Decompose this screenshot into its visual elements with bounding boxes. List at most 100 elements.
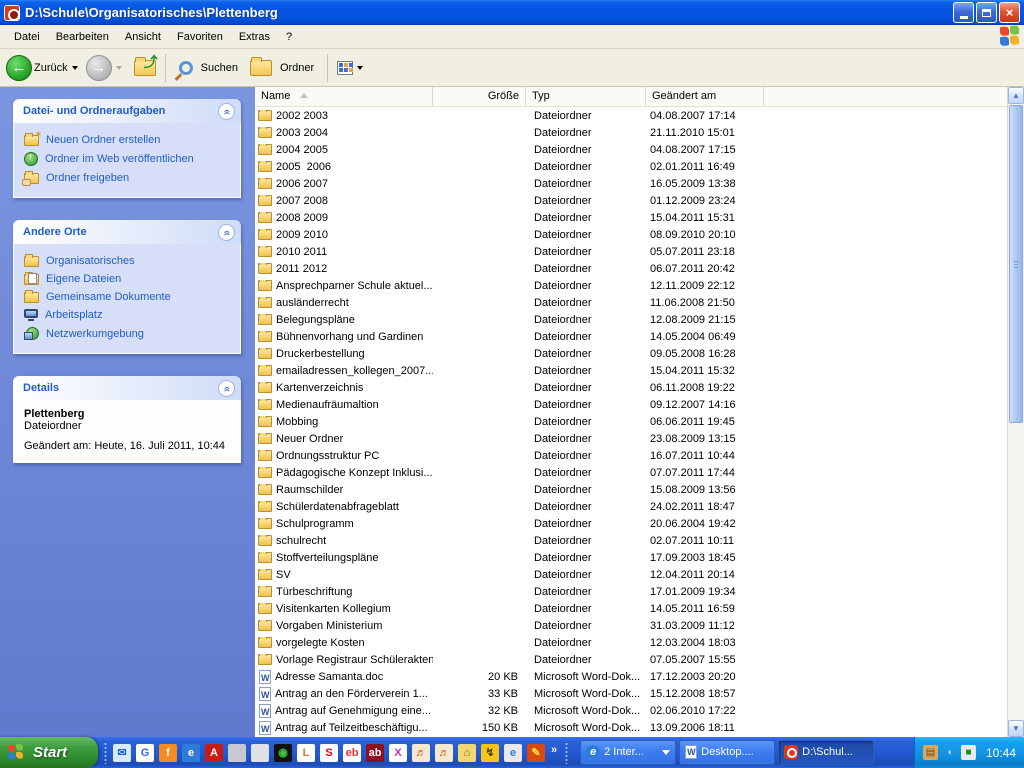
task-explorer-window[interactable]: D:\Schul...	[778, 740, 874, 765]
outlook-express-icon[interactable]: ✉	[113, 744, 131, 762]
file-row[interactable]: 2008 2009 Dateiordner 15.04.2011 15:31	[255, 209, 1007, 226]
menu-datei[interactable]: Datei	[6, 28, 48, 46]
file-row[interactable]: Kartenverzeichnis Dateiordner 06.11.2008…	[255, 379, 1007, 396]
file-row[interactable]: Ansprechparner Schule aktuel... Dateiord…	[255, 277, 1007, 294]
file-row[interactable]: Antrag an den Förderverein 1... 33 KB Mi…	[255, 685, 1007, 702]
menu-help[interactable]: ?	[278, 28, 300, 46]
back-dropdown-icon[interactable]	[72, 66, 78, 70]
show-desktop-icon[interactable]	[228, 744, 246, 762]
file-row[interactable]: Raumschilder Dateiordner 15.08.2009 13:5…	[255, 481, 1007, 498]
lion-app-icon[interactable]: L	[297, 744, 315, 762]
column-header-type[interactable]: Typ	[526, 87, 646, 106]
file-row[interactable]: 2007 2008 Dateiordner 01.12.2009 23:24	[255, 192, 1007, 209]
file-row[interactable]: Pädagogische Konzept Inklusi... Dateiord…	[255, 464, 1007, 481]
vertical-scrollbar[interactable]: ▲ ▼	[1007, 87, 1024, 737]
place-gemeinsame-dokumente[interactable]: Gemeinsame Dokumente	[24, 288, 234, 306]
file-row[interactable]: Vorgaben Ministerium Dateiordner 31.03.2…	[255, 617, 1007, 634]
file-row[interactable]: Antrag auf Teilzeitbeschäftigu... 150 KB…	[255, 719, 1007, 736]
column-header-modified[interactable]: Geändert am	[646, 87, 764, 106]
collapse-chevron-icon[interactable]: «	[218, 103, 235, 120]
internet-explorer-icon[interactable]: e	[182, 744, 200, 762]
views-dropdown-icon[interactable]	[357, 66, 363, 70]
vnc-tray-icon[interactable]: ■	[961, 745, 976, 760]
file-row[interactable]: vorgelegte Kosten Dateiordner 12.03.2004…	[255, 634, 1007, 651]
close-button[interactable]: ×	[999, 2, 1020, 23]
quicklaunch-overflow-chevron[interactable]: »	[551, 744, 557, 756]
file-row[interactable]: 2003 2004 Dateiordner 21.11.2010 15:01	[255, 124, 1007, 141]
sparkasse-icon[interactable]: S	[320, 744, 338, 762]
scroll-down-button[interactable]: ▼	[1008, 720, 1024, 737]
file-row[interactable]: SV Dateiordner 12.04.2011 20:14	[255, 566, 1007, 583]
ie-doc-icon[interactable]: e	[504, 744, 522, 762]
panel-details-header[interactable]: Details «	[13, 376, 241, 400]
forward-button[interactable]: →	[86, 55, 126, 81]
file-row[interactable]: Antrag auf Genehmigung eine... 32 KB Mic…	[255, 702, 1007, 719]
updater-tray-icon[interactable]: ▤	[923, 745, 938, 760]
file-row[interactable]: Medienaufräumaltion Dateiordner 09.12.20…	[255, 396, 1007, 413]
file-row[interactable]: Stoffverteilungspläne Dateiordner 17.09.…	[255, 549, 1007, 566]
file-row[interactable]: emailadressen_kollegen_2007... Dateiordn…	[255, 362, 1007, 379]
file-row[interactable]: Mobbing Dateiordner 06.06.2011 19:45	[255, 413, 1007, 430]
menu-favoriten[interactable]: Favoriten	[169, 28, 231, 46]
collapse-chevron-icon[interactable]: «	[218, 224, 235, 241]
column-header-size[interactable]: Größe	[433, 87, 526, 106]
pencil-app-icon[interactable]: ✎	[527, 744, 545, 762]
quicklaunch-grip[interactable]	[104, 742, 107, 764]
file-row[interactable]: Ordnungsstruktur PC Dateiordner 16.07.20…	[255, 447, 1007, 464]
file-row[interactable]: Türbeschriftung Dateiordner 17.01.2009 1…	[255, 583, 1007, 600]
task-desktop-doc[interactable]: Desktop....	[679, 740, 775, 765]
babylon-icon[interactable]: ab	[366, 744, 384, 762]
file-row[interactable]: Belegungspläne Dateiordner 12.08.2009 21…	[255, 311, 1007, 328]
task-share-folder[interactable]: Ordner freigeben	[24, 169, 234, 187]
task-internet-explorer-group[interactable]: e 2 Inter...	[580, 740, 676, 765]
task-group-dropdown-icon[interactable]	[662, 750, 670, 755]
up-button[interactable]: ⤴	[134, 60, 156, 76]
file-row[interactable]: Visitenkarten Kollegium Dateiordner 14.0…	[255, 600, 1007, 617]
music-app-icon-2[interactable]: ♬	[435, 744, 453, 762]
winamp-icon[interactable]: ↯	[481, 744, 499, 762]
views-button[interactable]	[337, 61, 367, 75]
back-button[interactable]: ← Zurück	[6, 55, 82, 81]
file-row[interactable]: schulrecht Dateiordner 02.07.2011 10:11	[255, 532, 1007, 549]
file-row[interactable]: Druckerbestellung Dateiordner 09.05.2008…	[255, 345, 1007, 362]
maximize-button[interactable]	[976, 2, 997, 23]
menu-bearbeiten[interactable]: Bearbeiten	[48, 28, 117, 46]
scrollbar-thumb[interactable]	[1009, 105, 1023, 423]
menu-ansicht[interactable]: Ansicht	[117, 28, 169, 46]
place-netzwerkumgebung[interactable]: Netzwerkumgebung	[24, 324, 234, 343]
minimize-button[interactable]	[953, 2, 974, 23]
start-button[interactable]: Start	[0, 737, 98, 768]
file-row[interactable]: 2010 2011 Dateiordner 05.07.2011 23:18	[255, 243, 1007, 260]
panel-file-tasks-header[interactable]: Datei- und Ordneraufgaben «	[13, 99, 241, 123]
file-row[interactable]: 2004 2005 Dateiordner 04.08.2007 17:15	[255, 141, 1007, 158]
file-row[interactable]: 2011 2012 Dateiordner 06.07.2011 20:42	[255, 260, 1007, 277]
scroll-up-button[interactable]: ▲	[1008, 87, 1024, 104]
music-app-icon[interactable]: ♬	[412, 744, 430, 762]
panel-other-places-header[interactable]: Andere Orte «	[13, 220, 241, 244]
adobe-reader-icon[interactable]: A	[205, 744, 223, 762]
collapse-chevron-icon[interactable]: «	[218, 380, 235, 397]
folders-button[interactable]: Ordner	[246, 60, 318, 76]
firefox-icon[interactable]: f	[159, 744, 177, 762]
google-desktop-icon[interactable]: G	[136, 744, 154, 762]
file-row[interactable]: Bühnenvorhang und Gardinen Dateiordner 1…	[255, 328, 1007, 345]
file-row[interactable]: Schülerdatenabfrageblatt Dateiordner 24.…	[255, 498, 1007, 515]
volume-tray-icon[interactable]: ◖	[942, 745, 957, 760]
task-new-folder[interactable]: Neuen Ordner erstellen	[24, 131, 234, 149]
file-row[interactable]: 2009 2010 Dateiordner 08.09.2010 20:10	[255, 226, 1007, 243]
tools-app-icon[interactable]: ⌂	[458, 744, 476, 762]
window-app-icon[interactable]	[251, 744, 269, 762]
file-row[interactable]: 2005 2006 Dateiordner 02.01.2011 16:49	[255, 158, 1007, 175]
ebay-icon[interactable]: eb	[343, 744, 361, 762]
place-organisatorisches[interactable]: Organisatorisches	[24, 252, 234, 270]
file-row[interactable]: Schulprogramm Dateiordner 20.06.2004 19:…	[255, 515, 1007, 532]
place-eigene-dateien[interactable]: Eigene Dateien	[24, 270, 234, 288]
place-arbeitsplatz[interactable]: Arbeitsplatz	[24, 306, 234, 324]
title-bar[interactable]: D:\Schule\Organisatorisches\Plettenberg …	[0, 0, 1024, 25]
task-publish-web[interactable]: Ordner im Web veröffentlichen	[24, 149, 234, 169]
file-row[interactable]: Adresse Samanta.doc 20 KB Microsoft Word…	[255, 668, 1007, 685]
menu-extras[interactable]: Extras	[231, 28, 278, 46]
file-row[interactable]: Vorlage Registraur Schülerakten Dateiord…	[255, 651, 1007, 668]
paint-app-icon[interactable]: X	[389, 744, 407, 762]
tasks-grip[interactable]	[565, 742, 568, 764]
